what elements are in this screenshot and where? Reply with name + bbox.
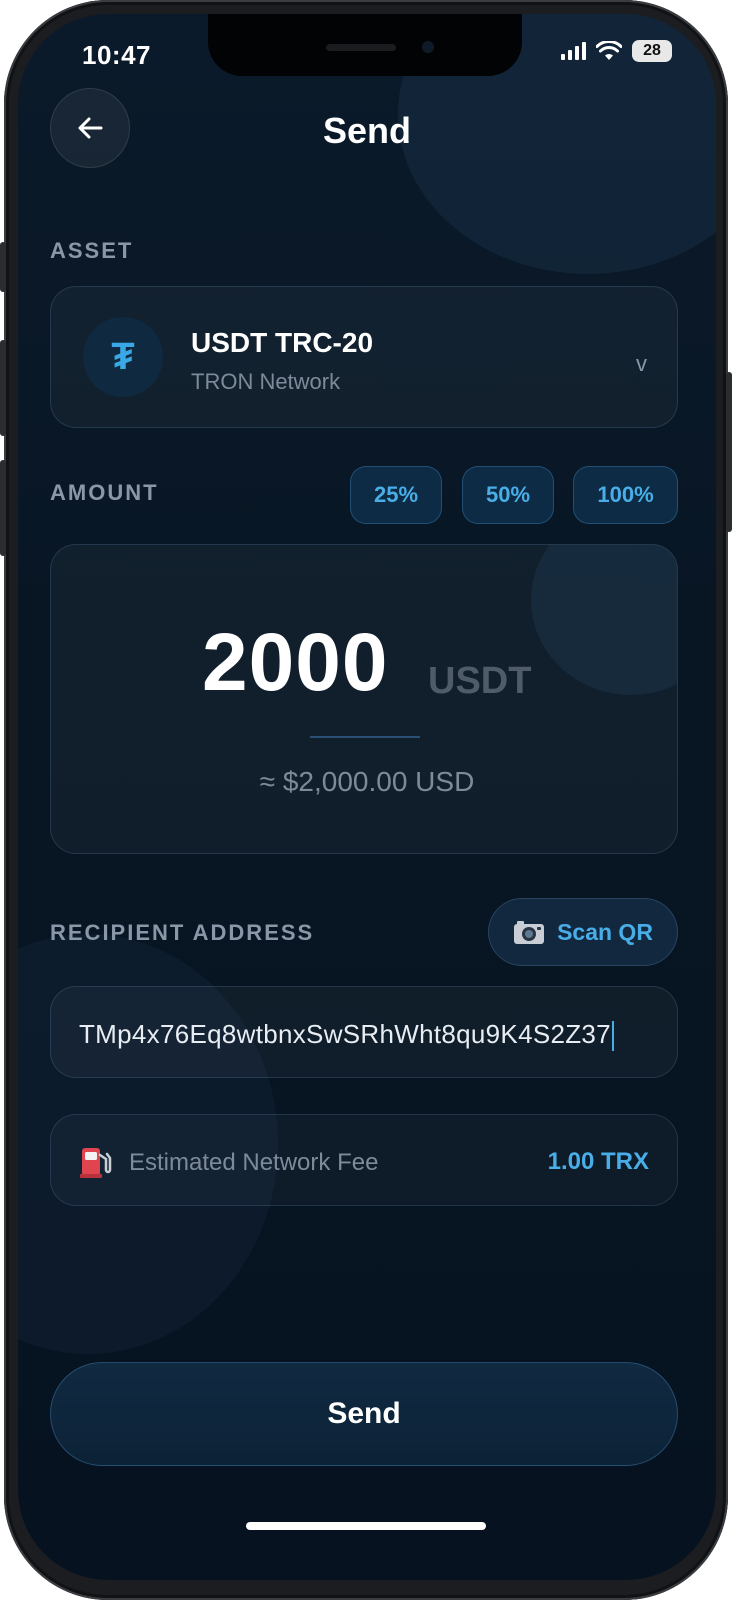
fee-value: 1.00 TRX	[547, 1148, 649, 1175]
tether-icon: ₮	[83, 317, 163, 397]
text-caret	[611, 1021, 614, 1052]
asset-selector[interactable]: ₮ USDT TRC-20 TRON Network v	[50, 286, 678, 428]
fee-label: Estimated Network Fee	[129, 1149, 379, 1176]
front-camera	[422, 41, 434, 53]
asset-network: TRON Network	[191, 369, 341, 394]
phone-frame: 10:47 28 Send ASSET ₮ USDT TRC-20 TRON N…	[0, 0, 732, 1600]
volume-up-button	[0, 340, 6, 436]
camera-icon	[514, 921, 545, 944]
status-icons: 28	[561, 40, 672, 62]
amount-value[interactable]: 2000	[202, 616, 388, 710]
power-button	[726, 372, 732, 532]
fuel-pump-icon	[80, 1148, 112, 1178]
recipient-section-label: RECIPIENT ADDRESS	[50, 920, 315, 945]
address-text: TMp4x76Eq8wtbnxSwSRhWht8qu9K4S2Z37	[79, 1019, 614, 1052]
asset-name: USDT TRC-20	[191, 327, 374, 358]
screen: 10:47 28 Send ASSET ₮ USDT TRC-20 TRON N…	[18, 14, 716, 1580]
amount-card-blob	[531, 545, 677, 695]
address-value: TMp4x76Eq8wtbnxSwSRhWht8qu9K4S2Z37	[79, 1019, 611, 1049]
quick-amount-50-button[interactable]: 50%	[462, 466, 554, 524]
amount-unit: USDT	[428, 660, 532, 702]
scan-qr-label: Scan QR	[557, 918, 653, 945]
speaker	[326, 44, 396, 51]
mute-switch	[0, 242, 6, 292]
chevron-down-icon: v	[636, 351, 647, 376]
scan-qr-button[interactable]: Scan QR	[488, 898, 678, 966]
page-title: Send	[322, 110, 411, 151]
notch	[208, 14, 522, 76]
send-button[interactable]: Send	[50, 1362, 678, 1466]
quick-amount-25-button[interactable]: 25%	[350, 466, 442, 524]
battery-indicator: 28	[632, 40, 672, 62]
volume-down-button	[0, 460, 6, 556]
wifi-icon	[596, 41, 622, 60]
amount-section-label: AMOUNT	[50, 480, 159, 505]
asset-section-label: ASSET	[50, 238, 134, 263]
cellular-signal-icon	[561, 42, 586, 60]
status-time: 10:47	[82, 40, 151, 70]
amount-divider	[310, 736, 420, 738]
recipient-address-input[interactable]: TMp4x76Eq8wtbnxSwSRhWht8qu9K4S2Z37	[50, 986, 678, 1078]
fiat-equivalent: ≈ $2,000.00 USD	[259, 766, 475, 797]
quick-amount-100-button[interactable]: 100%	[573, 466, 678, 524]
network-fee-row: Estimated Network Fee 1.00 TRX	[50, 1114, 678, 1206]
home-indicator[interactable]	[246, 1522, 486, 1530]
